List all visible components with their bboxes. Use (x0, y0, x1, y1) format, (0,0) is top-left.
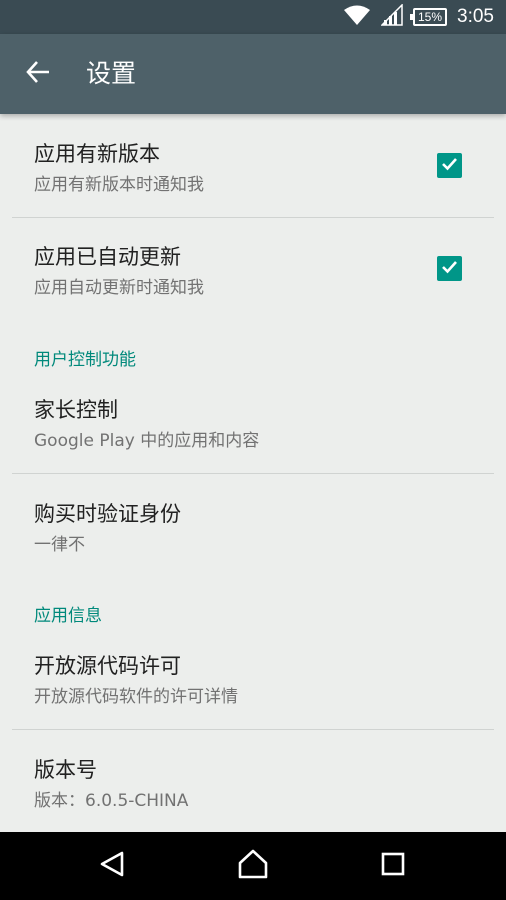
status-clock: 3:05 (457, 6, 494, 27)
home-icon (237, 849, 269, 883)
navigation-bar (0, 832, 506, 900)
pref-item-purchase-auth[interactable]: 购买时验证身份 一律不 (0, 474, 506, 576)
new-version-checkbox[interactable] (437, 153, 462, 178)
pref-item-auto-update[interactable]: 应用已自动更新 应用自动更新时通知我 (0, 218, 506, 324)
pref-title: 家长控制 (34, 398, 118, 422)
battery-icon: 15% (410, 8, 448, 26)
pref-summary: Google Play 中的应用和内容 (34, 431, 260, 451)
pref-summary: 应用自动更新时通知我 (34, 278, 204, 298)
pref-summary: 一律不 (34, 535, 85, 555)
section-header-app-info: 应用信息 (34, 606, 102, 626)
pref-title: 购买时验证身份 (34, 502, 181, 526)
settings-list: 应用有新版本 应用有新版本时通知我 应用已自动更新 应用自动更新时通知我 用户控… (0, 114, 506, 832)
pref-item-new-version[interactable]: 应用有新版本 应用有新版本时通知我 (0, 114, 506, 217)
triangle-back-icon (98, 850, 126, 882)
nav-recents-button[interactable] (373, 846, 413, 886)
pref-summary: 版本：6.0.5-CHINA (34, 791, 189, 811)
status-icons: 15% 3:05 (333, 0, 494, 34)
pref-summary: 开放源代码软件的许可详情 (34, 687, 238, 707)
nav-home-button[interactable] (233, 846, 273, 886)
auto-update-checkbox[interactable] (437, 256, 462, 281)
pref-summary: 应用有新版本时通知我 (34, 175, 204, 195)
pref-item-parental-controls[interactable]: 家长控制 Google Play 中的应用和内容 (0, 376, 506, 473)
pref-item-open-source-licenses[interactable]: 开放源代码许可 开放源代码软件的许可详情 (0, 632, 506, 729)
pref-title: 应用有新版本 (34, 142, 160, 166)
nav-back-button[interactable] (92, 846, 132, 886)
pref-title: 版本号 (34, 758, 97, 782)
back-button[interactable] (18, 54, 58, 94)
app-bar: 设置 (0, 34, 506, 114)
pref-title: 应用已自动更新 (34, 245, 181, 269)
arrow-back-icon (25, 59, 51, 89)
signal-icon (380, 3, 403, 30)
pref-item-build-version[interactable]: 版本号 版本：6.0.5-CHINA (0, 730, 506, 832)
section-header-user-controls: 用户控制功能 (34, 350, 136, 370)
square-recents-icon (381, 852, 405, 880)
status-bar: 15% 3:05 (0, 0, 506, 34)
wifi-icon (343, 4, 371, 30)
page-title: 设置 (86, 59, 137, 88)
pref-title: 开放源代码许可 (34, 654, 181, 678)
check-icon (440, 257, 459, 280)
check-icon (440, 154, 459, 177)
